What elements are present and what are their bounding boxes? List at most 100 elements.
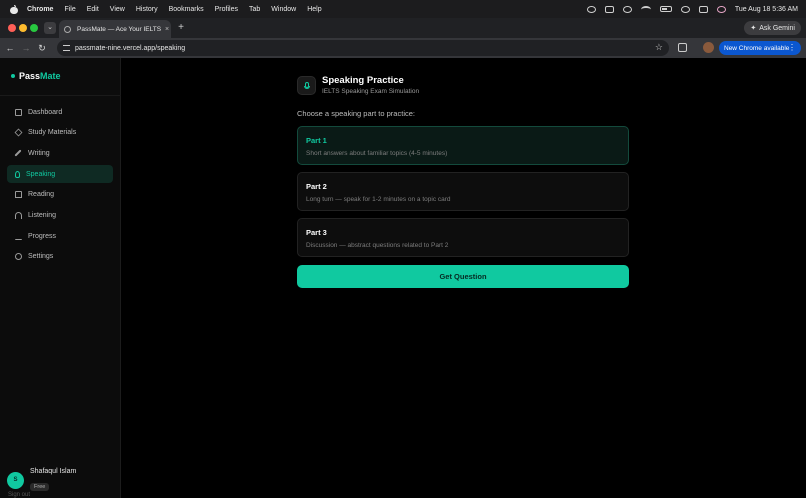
menu-history[interactable]: History: [136, 6, 158, 13]
user-icon[interactable]: [622, 5, 632, 13]
sidebar-item-label: Study Materials: [28, 129, 77, 137]
menu-file[interactable]: File: [64, 6, 75, 13]
tab-close-icon[interactable]: ×: [165, 26, 169, 33]
page-header: Speaking Practice IELTS Speaking Exam Si…: [297, 75, 419, 95]
sidebar-item-progress[interactable]: Progress: [7, 227, 113, 245]
part-title: Part 2: [306, 182, 327, 191]
close-window-button[interactable]: [8, 24, 16, 32]
sidebar-item-speaking[interactable]: Speaking: [7, 165, 113, 184]
sidebar-item-reading[interactable]: Reading: [7, 186, 113, 204]
gear-icon: [15, 253, 22, 261]
part-title: Part 3: [306, 228, 327, 237]
part-description: Long turn — speak for 1-2 minutes on a t…: [306, 196, 451, 203]
siri-icon[interactable]: [716, 5, 726, 13]
avatar: S: [7, 472, 24, 489]
menu-view[interactable]: View: [110, 6, 125, 13]
part-selection-prompt: Choose a speaking part to practice:: [297, 109, 415, 118]
extensions-icon[interactable]: [678, 43, 687, 52]
page-subtitle: IELTS Speaking Exam Simulation: [322, 88, 420, 95]
sidebar-item-label: Speaking: [26, 170, 56, 178]
favicon-icon: [64, 25, 71, 33]
macos-menu-bar: Chrome File Edit View History Bookmarks …: [0, 0, 806, 18]
menu-help[interactable]: Help: [307, 6, 321, 13]
apple-icon[interactable]: [10, 4, 18, 14]
sidebar-item-label: Progress: [28, 232, 57, 240]
sidebar-item-label: Reading: [28, 191, 55, 199]
user-info: Shafaqul Islam Free: [30, 468, 76, 493]
sidebar-nav: Dashboard Study Materials Writing Speaki…: [7, 103, 113, 269]
control-center-icon[interactable]: [698, 5, 708, 13]
app-viewport: Pass Mate Dashboard Study Materials Writ…: [0, 58, 806, 498]
user-profile[interactable]: S Shafaqul Islam Free: [7, 468, 76, 493]
address-bar[interactable]: passmate-nine.vercel.app/speaking ☆: [57, 40, 669, 56]
site-info-icon[interactable]: [63, 45, 70, 51]
menu-app-name[interactable]: Chrome: [27, 6, 53, 13]
browser-tab-strip: ⌄ PassMate — Ace Your IELTS ̶ × + ✦ Ask …: [0, 18, 806, 38]
url-text[interactable]: passmate-nine.vercel.app/speaking: [75, 45, 185, 52]
get-question-button[interactable]: Get Question: [297, 265, 629, 288]
speaking-mic-icon: [297, 75, 316, 95]
part-2-option[interactable]: Part 2 Long turn — speak for 1-2 minutes…: [297, 172, 629, 211]
menu-bookmarks[interactable]: Bookmarks: [169, 6, 204, 13]
bar-chart-icon: [15, 233, 22, 240]
menu-profiles[interactable]: Profiles: [215, 6, 238, 13]
tab-title: PassMate — Ace Your IELTS ̶: [77, 25, 161, 33]
book-icon: [15, 191, 22, 199]
sidebar-item-listening[interactable]: Listening: [7, 206, 113, 224]
chrome-menu-icon[interactable]: ⋮: [788, 41, 796, 55]
part-description: Short answers about familiar topics (4-5…: [306, 150, 448, 157]
mic-icon: [15, 170, 20, 178]
new-chrome-label: New Chrome available: [724, 44, 790, 52]
part-title: Part 1: [306, 136, 327, 145]
minimize-window-button[interactable]: [19, 24, 27, 32]
sidebar-item-writing[interactable]: Writing: [7, 144, 113, 162]
sidebar-item-label: Dashboard: [28, 108, 63, 116]
forward-arrow-icon[interactable]: →: [20, 42, 32, 54]
brand-name-part1: Pass: [19, 71, 41, 81]
menu-window[interactable]: Window: [271, 6, 296, 13]
wifi-icon[interactable]: [640, 5, 651, 13]
maximize-window-button[interactable]: [30, 24, 38, 32]
sign-out-button[interactable]: Sign out: [8, 492, 30, 498]
sidebar-item-label: Writing: [28, 149, 50, 157]
sidebar-divider: [0, 95, 121, 96]
browser-toolbar: ← → ↻ passmate-nine.vercel.app/speaking …: [0, 38, 806, 58]
header-text: Speaking Practice IELTS Speaking Exam Si…: [322, 75, 419, 95]
sidebar-item-label: Settings: [28, 253, 54, 261]
brand-dot-icon: [11, 74, 15, 78]
user-name: Shafaqul Islam: [30, 468, 77, 475]
screen: Chrome File Edit View History Bookmarks …: [0, 0, 806, 498]
brand-logo[interactable]: Pass Mate: [11, 71, 61, 81]
headphones-icon: [15, 211, 22, 219]
new-chrome-available-button[interactable]: New Chrome available ⋮: [719, 41, 801, 55]
reload-icon[interactable]: ↻: [36, 42, 48, 54]
gemini-icon: ✦: [750, 25, 757, 32]
search-icon[interactable]: [680, 5, 690, 13]
sidebar-item-settings[interactable]: Settings: [7, 248, 113, 266]
new-tab-button[interactable]: +: [175, 22, 187, 34]
record-icon[interactable]: [586, 5, 596, 13]
sidebar-item-study-materials[interactable]: Study Materials: [7, 124, 113, 142]
back-arrow-icon[interactable]: ←: [4, 42, 16, 54]
part-3-option[interactable]: Part 3 Discussion — abstract questions r…: [297, 218, 629, 257]
menu-edit[interactable]: Edit: [87, 6, 99, 13]
clock[interactable]: Tue Aug 18 5:36 AM: [735, 6, 798, 13]
glasses-icon[interactable]: [604, 5, 614, 13]
graduation-cap-icon: [14, 128, 23, 137]
profile-avatar[interactable]: [703, 42, 714, 53]
ask-gemini-label: Ask Gemini: [759, 24, 795, 32]
sidebar: Pass Mate Dashboard Study Materials Writ…: [0, 58, 121, 498]
battery-icon[interactable]: [659, 6, 672, 12]
dashboard-icon: [15, 108, 22, 116]
sidebar-item-label: Listening: [28, 211, 57, 219]
menu-tab[interactable]: Tab: [249, 6, 260, 13]
browser-tab[interactable]: PassMate — Ace Your IELTS ̶ ×: [59, 20, 171, 38]
plan-badge: Free: [30, 483, 50, 491]
ask-gemini-button[interactable]: ✦ Ask Gemini: [744, 21, 801, 35]
part-1-option[interactable]: Part 1 Short answers about familiar topi…: [297, 126, 629, 165]
menu-bar-status-area: Tue Aug 18 5:36 AM: [586, 0, 798, 18]
sidebar-item-dashboard[interactable]: Dashboard: [7, 103, 113, 121]
bookmark-star-icon[interactable]: ☆: [655, 42, 663, 53]
brand-name-part2: Mate: [40, 71, 61, 81]
tab-search-button[interactable]: ⌄: [44, 22, 56, 34]
